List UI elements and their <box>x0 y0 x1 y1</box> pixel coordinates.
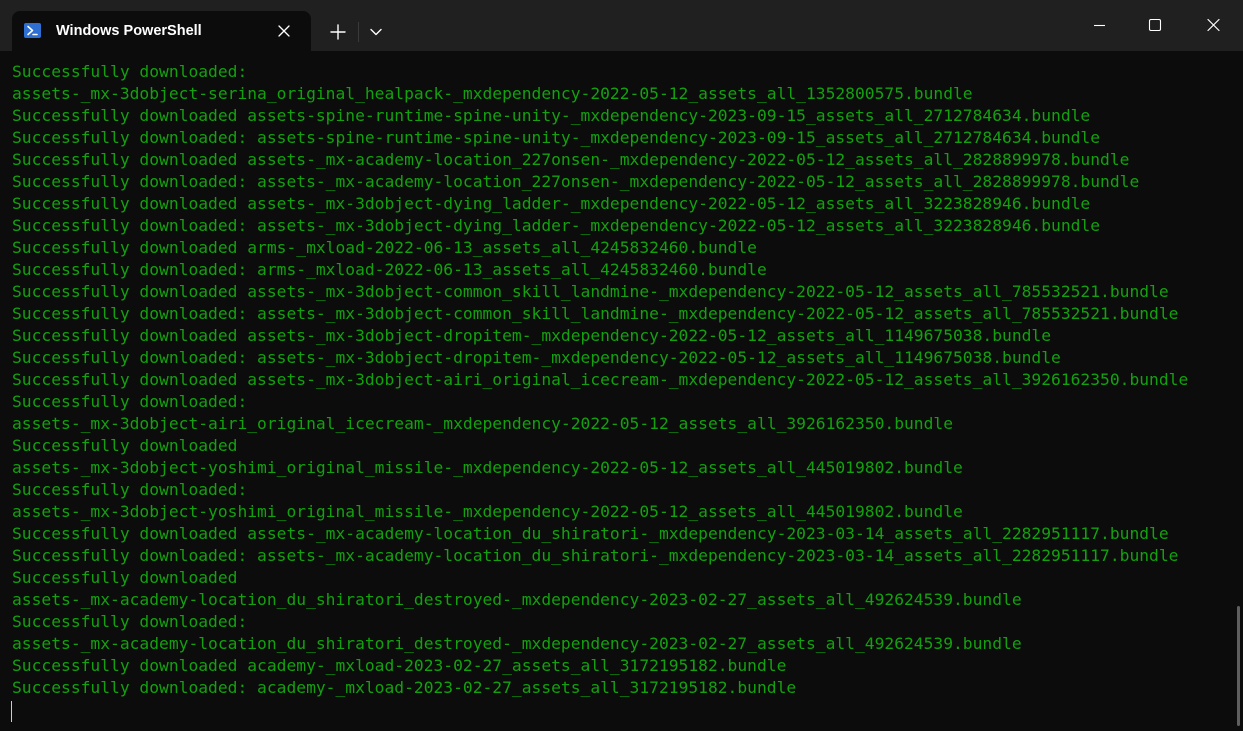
output-line: assets-_mx-3dobject-airi_original_icecre… <box>12 414 954 433</box>
text-cursor <box>11 701 12 722</box>
output-lines: Successfully downloaded: assets-_mx-3dobj… <box>12 61 1188 699</box>
output-line: Successfully downloaded assets-_mx-3dobj… <box>12 370 1189 389</box>
maximize-button[interactable] <box>1127 0 1185 51</box>
chevron-down-icon <box>370 28 382 36</box>
output-line: Successfully downloaded: assets-_mx-3dob… <box>12 348 1061 367</box>
tab-dropdown-button[interactable] <box>362 16 390 48</box>
terminal-window: Windows PowerShell Successfully download… <box>0 0 1243 731</box>
output-line: Successfully downloaded: assets-_mx-3dob… <box>12 216 1101 235</box>
output-line: assets-_mx-academy-location_du_shiratori… <box>12 590 1022 609</box>
output-line: Successfully downloaded assets-_mx-acade… <box>12 524 1169 543</box>
output-line: Successfully downloaded <box>12 568 238 587</box>
output-line: assets-_mx-academy-location_du_shiratori… <box>12 634 1022 653</box>
output-line: assets-_mx-3dobject-yoshimi_original_mis… <box>12 502 963 521</box>
output-line: Successfully downloaded: assets-_mx-3dob… <box>12 304 1179 323</box>
tab-close-icon[interactable] <box>274 21 294 41</box>
output-line: Successfully downloaded assets-spine-run… <box>12 106 1091 125</box>
title-bar[interactable]: Windows PowerShell <box>0 0 1243 51</box>
output-line: Successfully downloaded academy-_mxload-… <box>12 656 787 675</box>
output-line: Successfully downloaded assets-_mx-acade… <box>12 150 1130 169</box>
output-line: assets-_mx-3dobject-serina_original_heal… <box>12 84 973 103</box>
output-line: Successfully downloaded: assets-_mx-acad… <box>12 172 1140 191</box>
output-line: Successfully downloaded: <box>12 392 248 411</box>
output-line: Successfully downloaded <box>12 436 238 455</box>
new-tab-button[interactable] <box>321 16 355 48</box>
output-line: Successfully downloaded: assets-spine-ru… <box>12 128 1101 147</box>
scrollbar-thumb[interactable] <box>1237 606 1240 726</box>
minimize-button[interactable] <box>1070 0 1128 51</box>
output-line: Successfully downloaded: <box>12 480 248 499</box>
maximize-icon <box>1148 18 1162 32</box>
output-line: Successfully downloaded assets-_mx-3dobj… <box>12 194 1091 213</box>
close-button[interactable] <box>1185 0 1243 51</box>
tab-windows-powershell[interactable]: Windows PowerShell <box>12 11 311 51</box>
output-line: Successfully downloaded: arms-_mxload-20… <box>12 260 767 279</box>
output-line: Successfully downloaded: <box>12 612 248 631</box>
output-line: Successfully downloaded assets-_mx-3dobj… <box>12 326 1052 345</box>
output-line: Successfully downloaded: academy-_mxload… <box>12 678 797 697</box>
tab-title: Windows PowerShell <box>56 23 202 39</box>
output-line: Successfully downloaded assets-_mx-3dobj… <box>12 282 1169 301</box>
terminal-output[interactable]: Successfully downloaded: assets-_mx-3dobj… <box>0 51 1243 731</box>
output-line: assets-_mx-3dobject-yoshimi_original_mis… <box>12 458 963 477</box>
close-icon <box>1207 18 1220 32</box>
powershell-icon <box>24 23 41 38</box>
output-line: Successfully downloaded: <box>12 62 248 81</box>
plus-icon <box>330 24 346 40</box>
output-line: Successfully downloaded arms-_mxload-202… <box>12 238 757 257</box>
output-line: Successfully downloaded: assets-_mx-acad… <box>12 546 1179 565</box>
minimize-icon <box>1094 24 1105 27</box>
tab-divider <box>358 22 359 42</box>
